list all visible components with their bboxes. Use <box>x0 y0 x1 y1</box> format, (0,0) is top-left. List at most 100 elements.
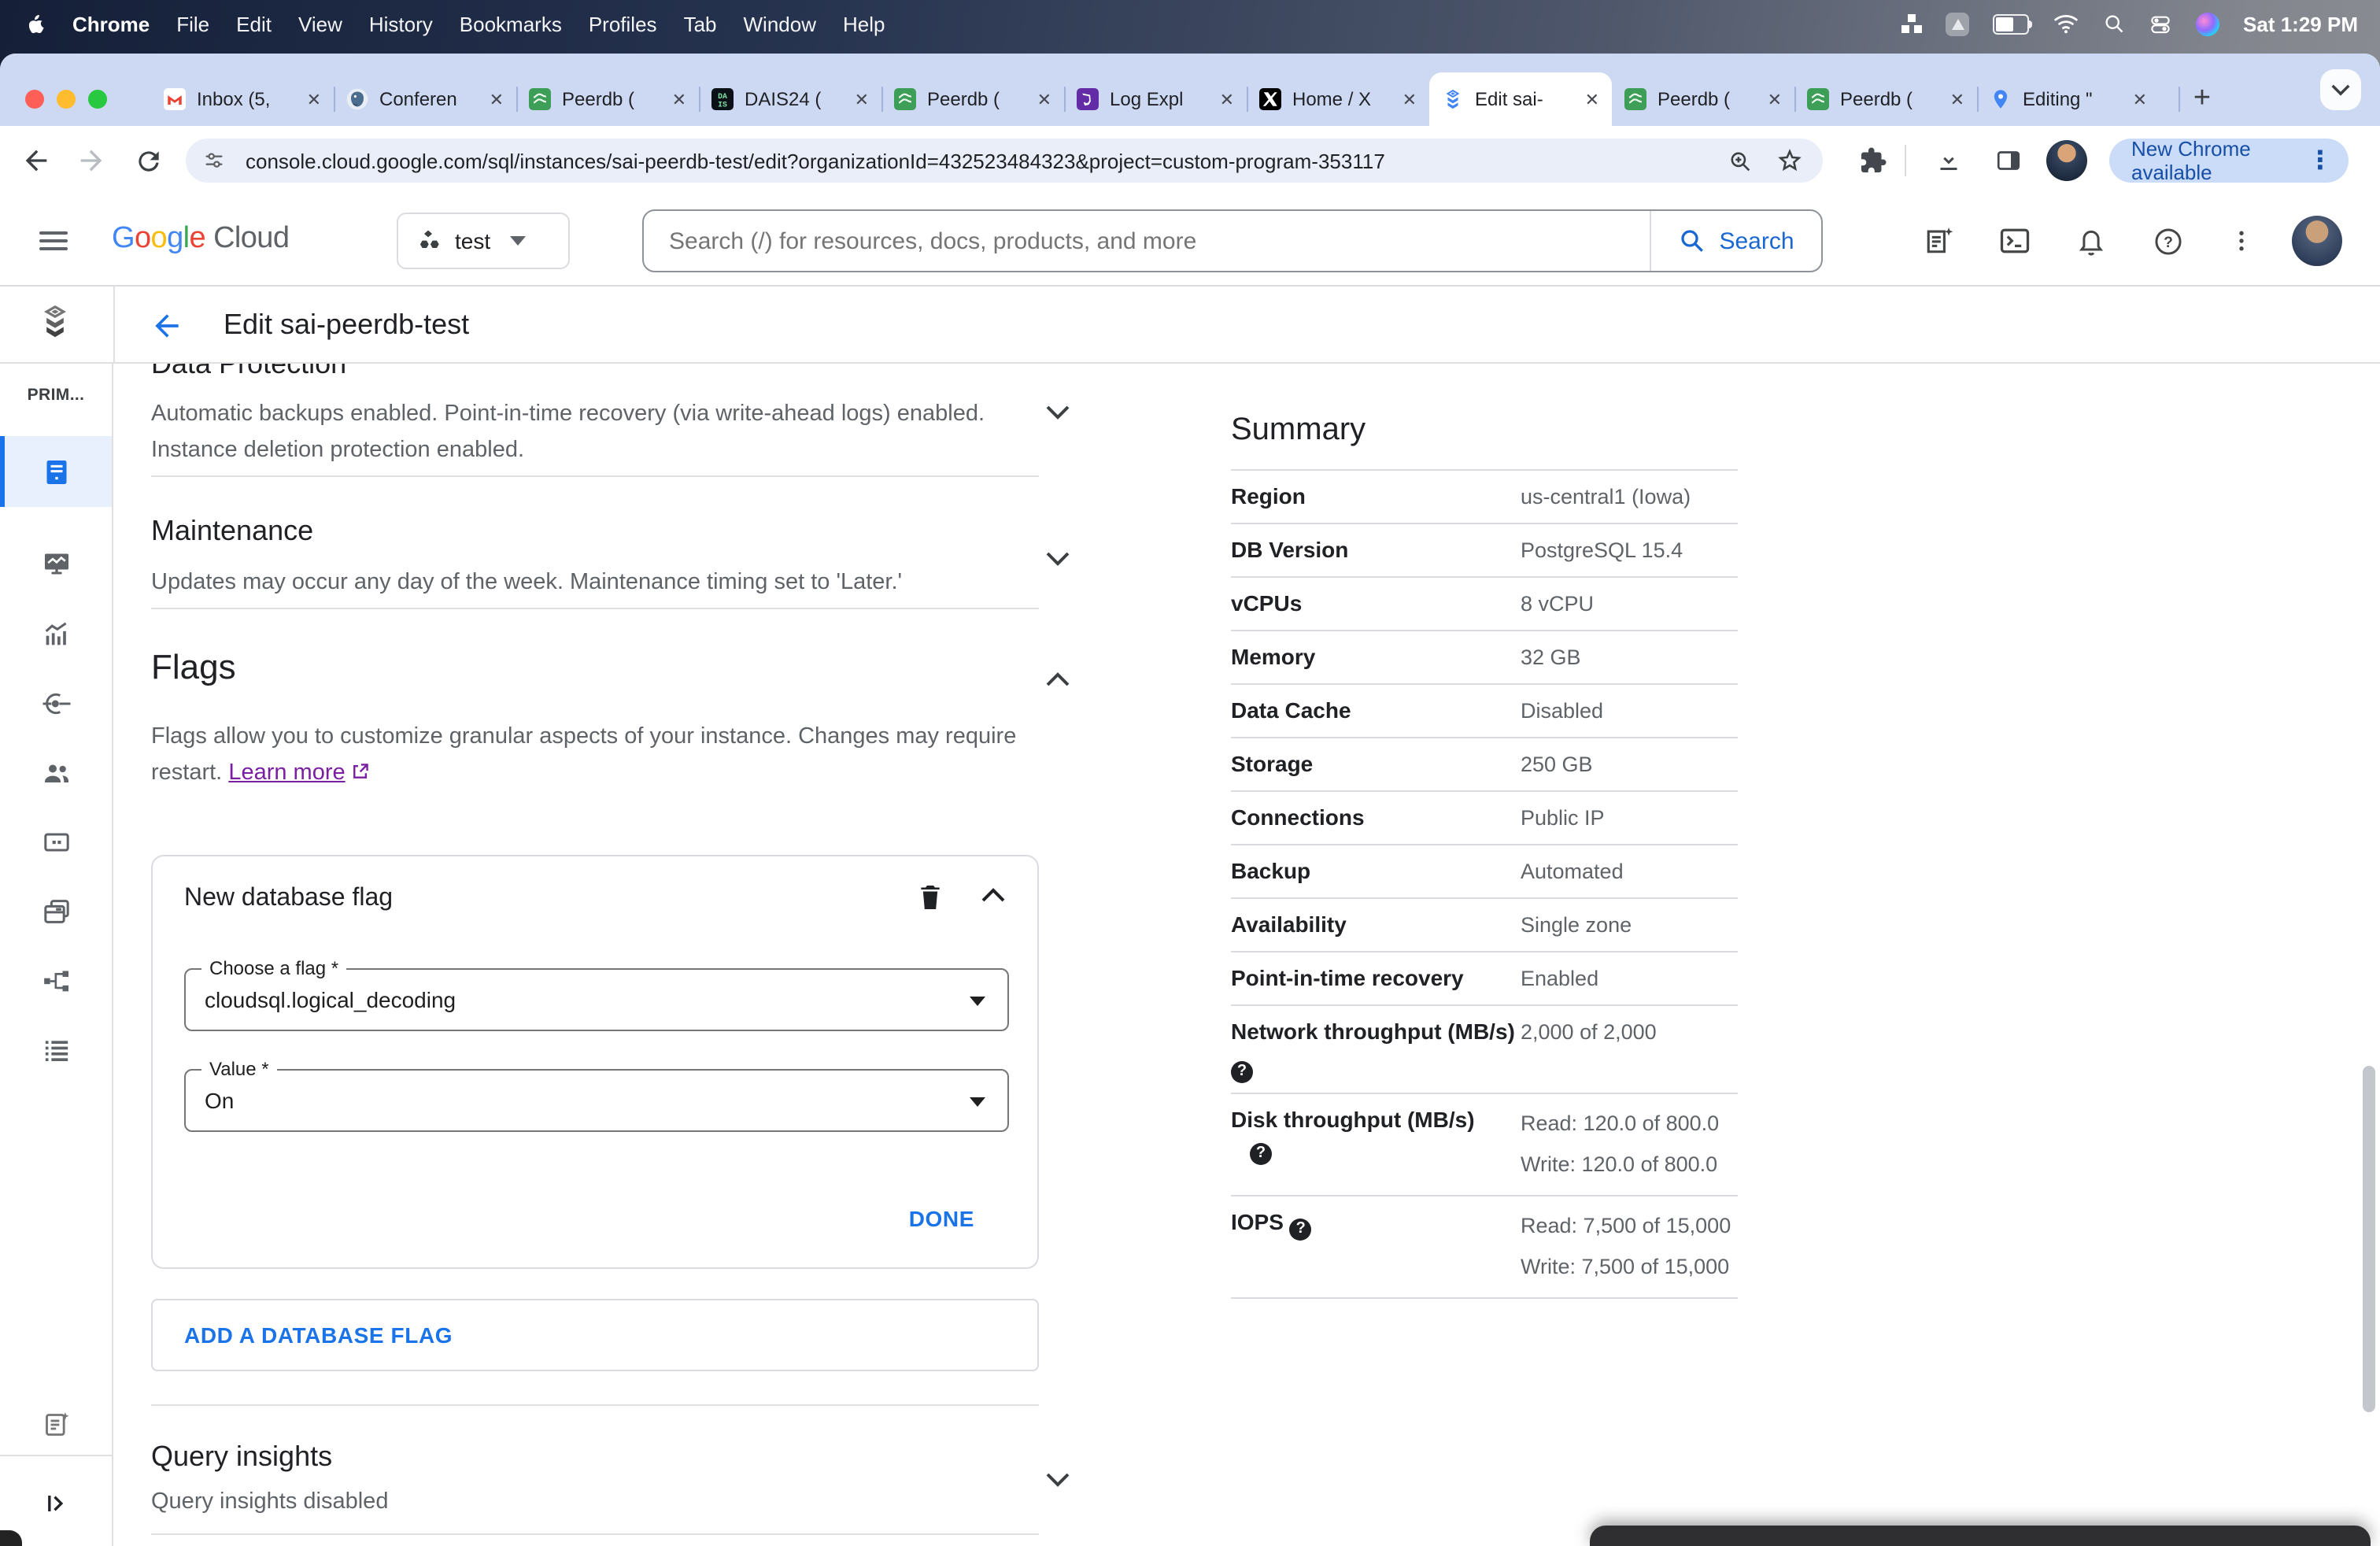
tab-search-button[interactable] <box>2320 69 2361 110</box>
forward-button[interactable] <box>72 142 110 179</box>
site-settings-icon[interactable] <box>195 142 233 179</box>
question-icon[interactable]: ? <box>1250 1143 1272 1165</box>
menu-bookmarks[interactable]: Bookmarks <box>460 12 562 35</box>
close-icon[interactable]: ✕ <box>1950 89 1964 109</box>
close-icon[interactable]: ✕ <box>1037 89 1051 109</box>
app-menu-icon[interactable] <box>1946 12 1970 35</box>
address-bar[interactable]: console.cloud.google.com/sql/instances/s… <box>186 139 1823 183</box>
side-panel-button[interactable] <box>1990 142 2027 179</box>
tab-editing[interactable]: Editing " ✕ <box>1977 72 2160 126</box>
menubar-app-name[interactable]: Chrome <box>72 12 150 35</box>
battery-icon[interactable] <box>1993 13 2033 34</box>
menu-help[interactable]: Help <box>843 12 885 35</box>
tab-peerdb-3[interactable]: Peerdb (✕ <box>1612 72 1794 126</box>
question-icon[interactable]: ? <box>1231 1061 1253 1083</box>
tab-log-explorer[interactable]: Log Expl ✕ <box>1064 72 1247 126</box>
tab-conference[interactable]: Conferen ✕ <box>334 72 516 126</box>
tab-edit-sai-peerdb-test[interactable]: Edit sai- ✕ <box>1429 72 1612 126</box>
extensions-icon[interactable] <box>1854 142 1892 179</box>
release-notes-button[interactable] <box>1919 220 1960 261</box>
back-button-page[interactable] <box>148 307 186 345</box>
tab-peerdb-1[interactable]: Peerdb (✕ <box>516 72 699 126</box>
close-icon[interactable]: ✕ <box>490 89 504 109</box>
cloud-shell-button[interactable] <box>1994 220 2035 261</box>
search-button[interactable]: Search <box>1650 211 1821 271</box>
sidebar-item-operations[interactable] <box>0 1014 112 1085</box>
sidebar-item-system-insights[interactable] <box>0 598 112 669</box>
project-selector[interactable]: test <box>397 213 570 269</box>
menu-profiles[interactable]: Profiles <box>589 12 657 35</box>
close-icon[interactable]: ✕ <box>1768 89 1782 109</box>
close-icon[interactable]: ✕ <box>307 89 321 109</box>
background-window-bar[interactable] <box>1590 1526 2371 1546</box>
chevron-up-icon[interactable] <box>1045 672 1070 688</box>
sidebar-item-overview[interactable] <box>0 436 112 507</box>
tab-x-home[interactable]: Home / X ✕ <box>1247 72 1429 126</box>
bookmark-star-icon[interactable] <box>1776 146 1804 175</box>
bell-icon[interactable] <box>2070 220 2111 261</box>
zoom-in-icon[interactable] <box>1727 147 1754 174</box>
menubar-clock[interactable]: Sat 1:29 PM <box>2243 12 2358 35</box>
flag-value-select[interactable]: Value * On <box>184 1058 1009 1132</box>
more-vertical-icon[interactable] <box>2221 220 2262 261</box>
control-center-icon[interactable] <box>2149 12 2172 35</box>
sidebar-item-activity[interactable] <box>0 527 112 598</box>
more-vertical-icon[interactable]: ⋮ <box>2308 145 2333 176</box>
close-icon[interactable]: ✕ <box>2133 89 2147 109</box>
sidebar-item-databases[interactable] <box>0 806 112 877</box>
menu-history[interactable]: History <box>369 12 433 35</box>
close-icon[interactable]: ✕ <box>855 89 869 109</box>
menu-view[interactable]: View <box>298 12 342 35</box>
chevron-down-icon[interactable] <box>1045 405 1070 420</box>
apple-icon[interactable] <box>25 12 46 35</box>
chevron-down-icon[interactable] <box>1045 551 1070 567</box>
menu-window[interactable]: Window <box>744 12 817 35</box>
sidebar-item-release-notes[interactable] <box>0 1389 112 1459</box>
new-tab-button[interactable]: + <box>2179 72 2226 126</box>
question-icon[interactable]: ? <box>1289 1219 1312 1241</box>
tab-dais24[interactable]: DA IS DAIS24 (✕ <box>699 72 881 126</box>
expand-sidebar-button[interactable] <box>0 1467 112 1538</box>
scrollbar[interactable] <box>2363 1066 2375 1412</box>
stats-menu-icon[interactable] <box>1901 13 1923 34</box>
browser-profile-avatar[interactable] <box>2046 140 2087 181</box>
tab-peerdb-4[interactable]: Peerdb (✕ <box>1794 72 1977 126</box>
menu-edit[interactable]: Edit <box>236 12 272 35</box>
google-cloud-logo[interactable]: Google Cloud <box>112 222 290 257</box>
chrome-update-button[interactable]: New Chrome available ⋮ <box>2109 137 2349 184</box>
tab-inbox[interactable]: Inbox (5, ✕ <box>151 72 334 126</box>
collapse-flag-button[interactable] <box>981 888 1006 904</box>
learn-more-link[interactable]: Learn more <box>228 760 345 786</box>
back-button[interactable] <box>17 142 55 179</box>
spotlight-icon[interactable] <box>2103 13 2125 35</box>
siri-icon[interactable] <box>2196 12 2220 35</box>
minimize-window-button[interactable] <box>57 90 76 109</box>
wifi-icon[interactable] <box>2053 13 2079 35</box>
close-window-button[interactable] <box>25 90 44 109</box>
sidebar-item-users[interactable] <box>0 737 112 808</box>
reload-button[interactable] <box>129 142 167 179</box>
close-icon[interactable]: ✕ <box>1585 89 1599 109</box>
delete-flag-button[interactable] <box>915 882 946 913</box>
close-icon[interactable]: ✕ <box>672 89 686 109</box>
close-icon[interactable]: ✕ <box>1402 89 1417 109</box>
menu-tab[interactable]: Tab <box>684 12 717 35</box>
menu-file[interactable]: File <box>176 12 209 35</box>
add-database-flag-button[interactable]: ADD A DATABASE FLAG <box>151 1299 1039 1371</box>
sidebar-item-replicas[interactable] <box>0 945 112 1015</box>
choose-flag-select[interactable]: Choose a flag * cloudsql.logical_decodin… <box>184 957 1009 1031</box>
done-button[interactable]: DONE <box>909 1206 974 1231</box>
close-icon[interactable]: ✕ <box>1220 89 1234 109</box>
hamburger-icon[interactable] <box>35 222 72 260</box>
maximize-window-button[interactable] <box>88 90 107 109</box>
sidebar-item-connections[interactable] <box>0 668 112 738</box>
downloads-button[interactable] <box>1930 142 1968 179</box>
gcp-account-avatar[interactable] <box>2292 216 2342 266</box>
help-icon[interactable]: ? <box>2147 220 2188 261</box>
search-input[interactable] <box>644 227 1650 254</box>
tab-peerdb-2[interactable]: Peerdb (✕ <box>881 72 1064 126</box>
chrome-window: Inbox (5, ✕ Conferen ✕ Peerdb (✕ DA IS DAIS… <box>0 54 2380 1546</box>
sidebar-item-backups[interactable] <box>0 875 112 946</box>
gmail-favicon <box>164 88 186 110</box>
chevron-down-icon[interactable] <box>1045 1472 1070 1488</box>
